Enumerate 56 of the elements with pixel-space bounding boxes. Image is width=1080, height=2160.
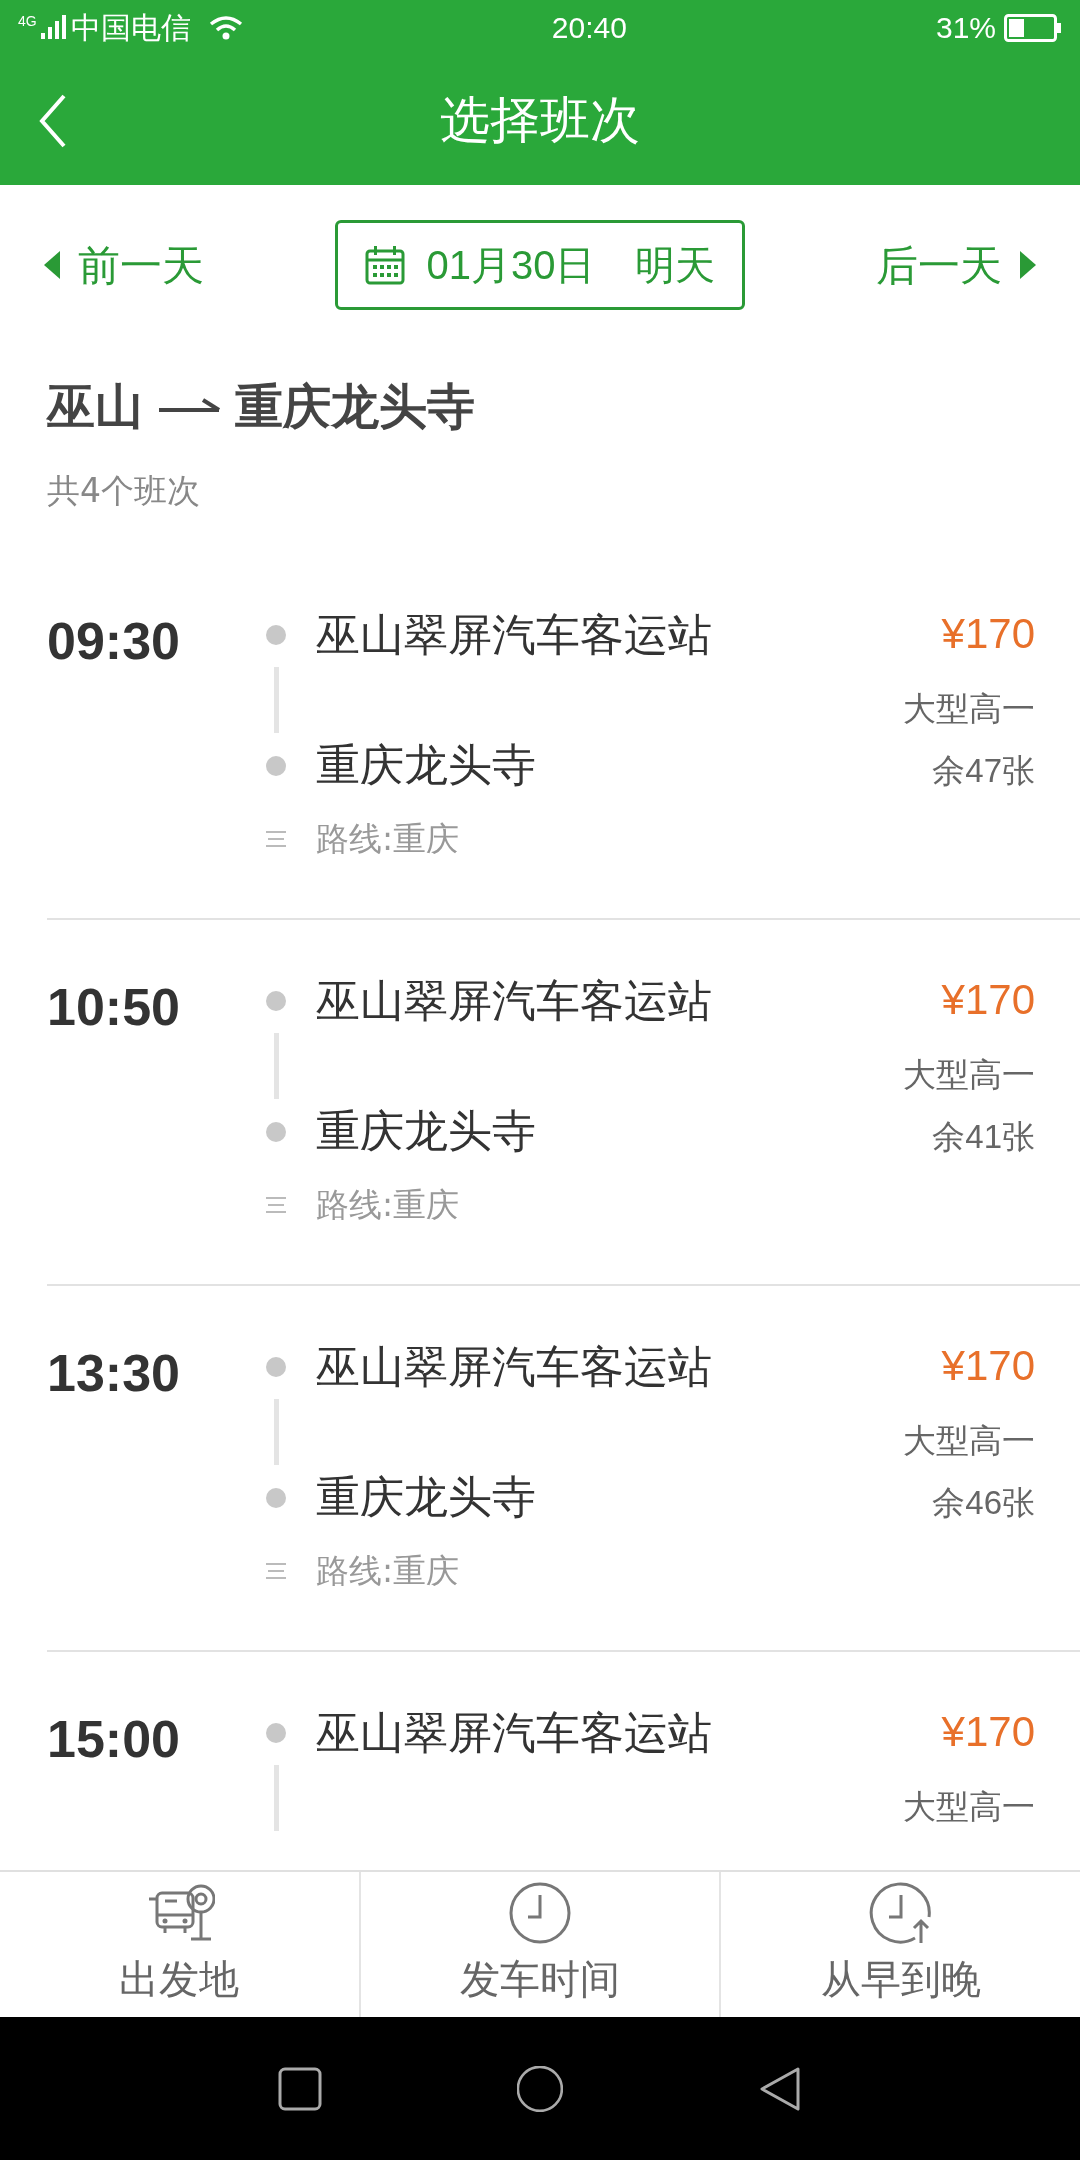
ticket-price: ¥170: [940, 1706, 1035, 1757]
clock-time: 20:40: [550, 10, 628, 46]
origin-city: 巫山: [47, 377, 143, 436]
route-info: 路线:重庆: [316, 1184, 460, 1227]
battery-icon: [1004, 13, 1062, 42]
next-day-button[interactable]: 后一天: [876, 233, 1038, 297]
departure-time: 13:30: [47, 1342, 181, 1404]
ticket-price: ¥170: [940, 1340, 1035, 1391]
departure-station: 巫山翠屏汽车客运站: [316, 1706, 712, 1760]
ticket-price: ¥170: [940, 608, 1035, 659]
arrival-station: 重庆龙头寺: [316, 739, 536, 793]
list-icon: [265, 1195, 287, 1214]
seats-left: 余47张: [931, 753, 1035, 790]
seats-left: 余46张: [931, 1485, 1035, 1522]
bus-type: 大型高一: [903, 690, 1035, 728]
right-triangle-icon: [1018, 249, 1038, 281]
seats-left: 余41张: [931, 1119, 1035, 1156]
back-icon: [38, 93, 68, 149]
back-button[interactable]: [38, 93, 68, 149]
date-picker-button[interactable]: 01月30日 明天: [335, 220, 745, 310]
stop-dot: [266, 1487, 286, 1508]
trip-count: 共4个班次: [47, 470, 201, 512]
route-info: 路线:重庆: [316, 818, 460, 861]
network-label: 4G: [18, 12, 37, 31]
bus-type: 大型高一: [903, 1788, 1035, 1826]
carrier-label: 中国电信: [70, 10, 191, 46]
destination-city: 重庆龙头寺: [235, 377, 475, 436]
ticket-price: ¥170: [940, 974, 1035, 1025]
departure-station: 巫山翠屏汽车客运站: [316, 1340, 712, 1394]
arrival-station: 重庆龙头寺: [316, 1105, 536, 1159]
bus-type: 大型高一: [903, 1056, 1035, 1094]
recent-apps-button[interactable]: [277, 2065, 323, 2112]
list-icon: [265, 1561, 287, 1580]
wifi-icon: [208, 14, 243, 41]
list-icon: [265, 829, 287, 848]
page-title: 选择班次: [440, 89, 640, 151]
stop-dot: [266, 1356, 286, 1377]
stop-dot: [266, 1722, 286, 1743]
departure-time: 10:50: [47, 976, 181, 1038]
signal-icon: [40, 14, 67, 41]
departure-station: 巫山翠屏汽车客运站: [316, 608, 712, 662]
stop-dot: [266, 990, 286, 1011]
previous-day-button[interactable]: 前一天: [42, 233, 204, 297]
battery-percent: 31%: [935, 10, 996, 46]
departure-time: 09:30: [47, 610, 181, 672]
stop-dot: [266, 1121, 286, 1142]
home-button[interactable]: [517, 2065, 563, 2112]
departure-station: 巫山翠屏汽车客运站: [316, 974, 712, 1028]
bus-type: 大型高一: [903, 1422, 1035, 1460]
calendar-icon: [364, 245, 405, 285]
left-triangle-icon: [42, 249, 62, 281]
stop-dot: [266, 624, 286, 645]
stop-dot: [266, 755, 286, 776]
departure-time: 15:00: [47, 1708, 181, 1770]
route-info: 路线:重庆: [316, 1550, 460, 1593]
arrival-station: 重庆龙头寺: [316, 1471, 536, 1525]
